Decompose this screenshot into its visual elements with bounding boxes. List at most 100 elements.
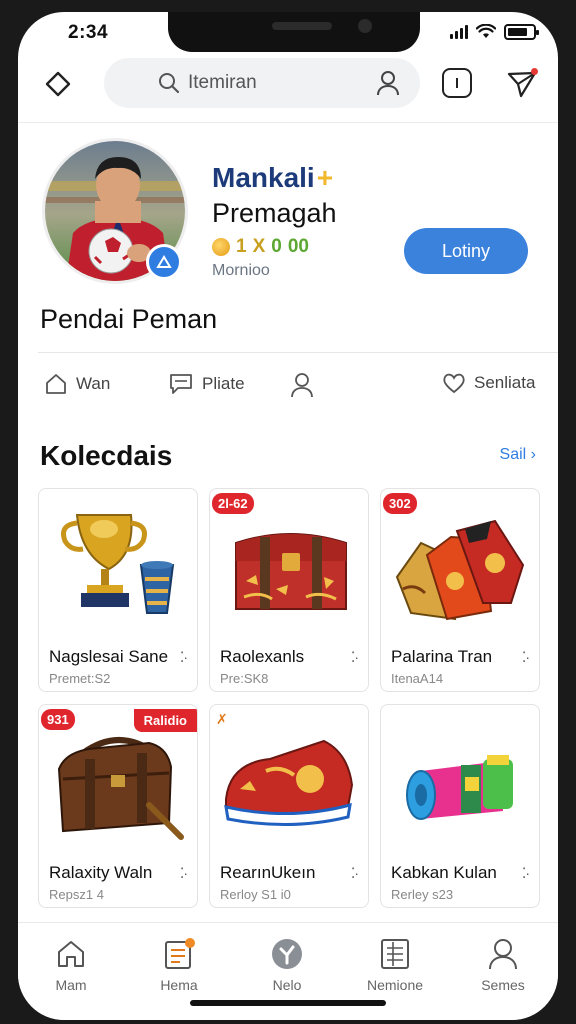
card-title: Nagslesai Sane <box>49 647 169 666</box>
nav-label: Mam <box>55 977 87 993</box>
nav-item-home[interactable]: Mam <box>26 933 116 993</box>
follow-button[interactable]: Lotiny <box>404 228 528 274</box>
search-input[interactable] <box>188 70 358 96</box>
verified-icon <box>156 255 172 268</box>
profile-caption: Mornioo <box>212 262 270 279</box>
nav-item-hema[interactable]: Hema <box>134 933 224 993</box>
wifi-icon <box>476 24 496 38</box>
user-icon[interactable] <box>376 70 400 96</box>
top-bar <box>18 58 558 118</box>
scan-button[interactable] <box>442 68 472 98</box>
diamond-icon <box>45 71 71 97</box>
more-icon[interactable]: ⁚· <box>522 649 530 666</box>
document-icon <box>165 938 195 969</box>
card-tag-secondary: Ralidio <box>133 709 197 732</box>
see-all-link[interactable]: Sail › <box>500 446 536 464</box>
card-meta: Pre:SK8 <box>220 671 269 686</box>
trophy-icon <box>61 514 175 614</box>
profile-icon <box>489 939 517 970</box>
profile-subtitle: Premagah <box>212 198 337 228</box>
jersey-icon <box>395 519 525 621</box>
sneaker-icon <box>224 739 354 826</box>
action-label: Pliate <box>202 374 245 393</box>
action-row: Wan Pliate Senliata <box>18 372 558 402</box>
battery-icon <box>504 24 539 40</box>
divider <box>38 352 558 353</box>
divider <box>18 122 558 123</box>
card-tag: ✗ <box>216 711 228 727</box>
verified-badge <box>146 244 182 280</box>
card-tag: 2l-62 <box>212 493 254 514</box>
nav-item-nelo[interactable]: Nelo <box>242 933 332 993</box>
action-label: Wan <box>76 374 111 393</box>
nav-label: Semes <box>481 977 525 993</box>
card-meta: Rerloy S1 i0 <box>220 887 291 902</box>
stat-b: X <box>252 236 266 257</box>
card-meta: Rerley s23 <box>391 887 454 902</box>
list-icon <box>381 939 409 969</box>
card-meta: Premet:S2 <box>49 671 111 686</box>
notification-dot <box>531 68 538 75</box>
nav-item-semes[interactable]: Semes <box>458 933 548 993</box>
camera-notch <box>168 12 420 52</box>
card-title: Raolexanls <box>220 647 305 666</box>
collection-card[interactable]: 931 Ralidio Ralaxity Waln Repsz1 4 ⁚· <box>38 704 198 908</box>
scan-icon <box>456 78 458 88</box>
collection-card[interactable]: Kabkan Kulan Rerley s23 ⁚· <box>380 704 540 908</box>
collections-title: Kolecdais <box>40 440 173 471</box>
home-outline-icon <box>46 374 66 394</box>
search-icon <box>159 73 180 94</box>
nav-item-nemione[interactable]: Nemione <box>350 933 440 993</box>
card-tag: 302 <box>383 493 417 514</box>
action-senliata[interactable]: Senliata <box>442 372 535 394</box>
more-icon[interactable]: ⁚· <box>522 865 530 882</box>
nav-label: Hema <box>160 977 198 993</box>
see-all-label: Sail <box>499 446 527 463</box>
signal-icon <box>450 25 468 39</box>
stat-c: 0 <box>271 236 282 257</box>
action-label: Senliata <box>474 373 536 392</box>
status-icons <box>450 24 539 40</box>
profile-name: Mankali+ <box>212 162 333 194</box>
stat-d: 00 <box>287 236 309 257</box>
card-title: Kabkan Kulan <box>391 863 497 882</box>
phone-frame: 2:34 Itemiran Mankali+ Premagah 1 X 0 00… <box>0 0 576 1024</box>
heart-icon <box>443 373 465 394</box>
profile-name-suffix: + <box>316 162 334 193</box>
collection-card[interactable]: 2l-62 Raolexanls Pre:SK8 ⁚· <box>209 488 369 692</box>
status-time: 2:34 <box>68 22 109 43</box>
search-bar[interactable] <box>104 58 420 108</box>
card-title: Palarina Tran <box>391 647 493 666</box>
nav-label: Nemione <box>366 977 424 993</box>
collection-card[interactable]: ✗ RearınUkeın Rerloy S1 i0 ⁚· <box>209 704 369 908</box>
more-icon[interactable]: ⁚· <box>351 865 359 882</box>
rolled-mat-icon <box>406 755 513 820</box>
profile-name-text: Mankali <box>212 162 315 193</box>
collection-card[interactable]: 302 Palarina Tran ItenaA14 ⁚· <box>380 488 540 692</box>
leather-bag-icon <box>57 737 184 840</box>
treasure-chest-icon <box>235 533 347 610</box>
nav-label: Nelo <box>272 977 302 993</box>
send-button[interactable] <box>504 66 540 102</box>
diamond-back-button[interactable] <box>42 68 74 100</box>
home-indicator[interactable] <box>190 1000 386 1006</box>
collection-card[interactable]: Nagslesai Sane Premet:S2 ⁚· <box>38 488 198 692</box>
action-wan[interactable]: Wan <box>44 372 110 396</box>
more-icon[interactable]: ⁚· <box>351 649 359 666</box>
card-meta: ItenaA14 <box>391 671 444 686</box>
action-person[interactable] <box>290 372 322 398</box>
card-title: Ralaxity Waln <box>49 863 153 882</box>
chevron-right-icon: › <box>530 446 536 463</box>
more-icon[interactable]: ⁚· <box>180 865 188 882</box>
section-title: Pendai Peman <box>40 304 218 334</box>
card-meta: Repsz1 4 <box>49 887 104 902</box>
screen: 2:34 Itemiran Mankali+ Premagah 1 X 0 00… <box>18 12 558 1020</box>
card-title: RearınUkeın <box>220 863 316 882</box>
pin-icon <box>272 939 302 969</box>
coin-icon <box>212 238 230 256</box>
home-icon <box>58 941 84 967</box>
card-tag: 931 <box>41 709 75 730</box>
collection-grid: Nagslesai Sane Premet:S2 ⁚· 2l-62 Raolex… <box>38 488 540 908</box>
action-pliate[interactable]: Pliate <box>168 372 245 396</box>
more-icon[interactable]: ⁚· <box>180 649 188 666</box>
